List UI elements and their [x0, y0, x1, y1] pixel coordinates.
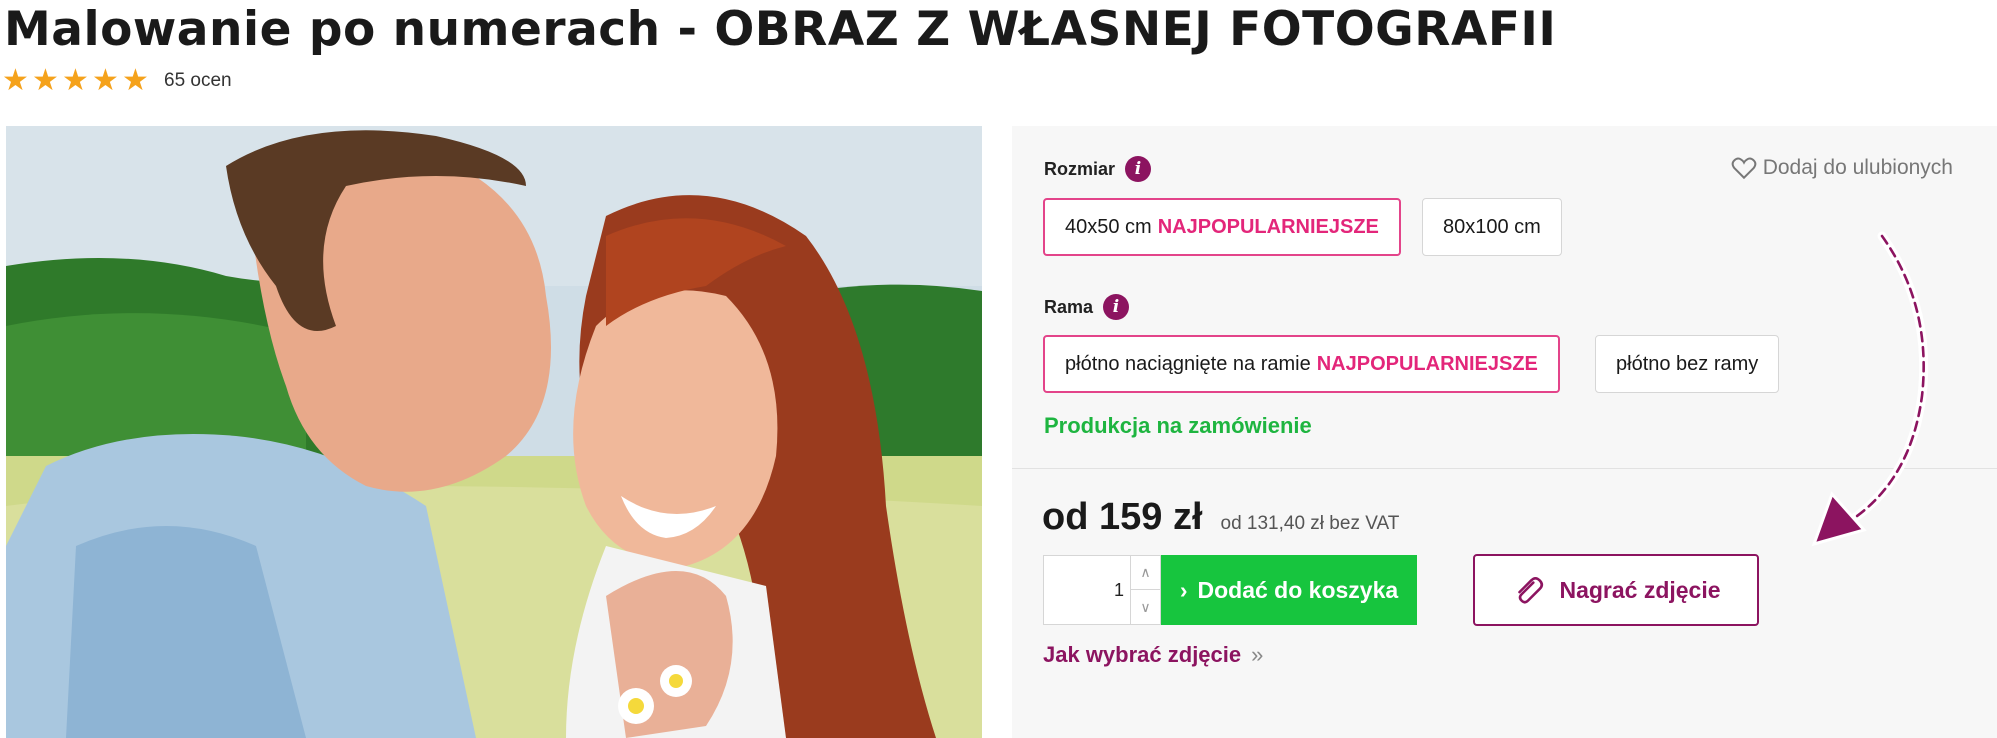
add-to-favorites-label: Dodaj do ulubionych — [1762, 156, 1953, 179]
availability-status: Produkcja na zamówienie — [1044, 413, 1312, 438]
quantity-increase-button[interactable]: ∧ — [1130, 556, 1160, 590]
heart-icon — [1731, 157, 1757, 180]
double-chevron-right-icon: » — [1251, 642, 1264, 667]
size-option-40x50[interactable]: 40x50 cm NAJPOPULARNIEJSZE — [1043, 198, 1401, 256]
star-icon: ★ — [32, 63, 59, 98]
product-rating[interactable]: ★ ★ ★ ★ ★ 65 ocen — [2, 64, 232, 98]
add-to-favorites-link[interactable]: Dodaj do ulubionych — [1731, 156, 1953, 180]
rating-stars: ★ ★ ★ ★ ★ — [2, 63, 150, 98]
chevron-up-icon: ∧ — [1140, 564, 1151, 580]
frame-label-row: Rama i — [1044, 294, 1130, 320]
frame-option-stretched[interactable]: płótno naciągnięte na ramie NAJPOPULARNI… — [1043, 335, 1560, 393]
curved-arrow-icon — [1811, 231, 1929, 547]
size-label-row: Rozmiar i — [1044, 156, 1152, 182]
quantity-stepper: ∧ ∨ — [1043, 555, 1161, 625]
frame-option-label: płótno naciągnięte na ramie — [1065, 352, 1311, 375]
size-info-icon[interactable]: i — [1125, 156, 1152, 182]
star-icon: ★ — [122, 63, 149, 98]
frame-info-icon[interactable]: i — [1103, 294, 1130, 320]
star-icon: ★ — [92, 63, 119, 98]
frame-option-label: płótno bez ramy — [1616, 352, 1759, 375]
quantity-input[interactable] — [1044, 556, 1132, 624]
upload-photo-button[interactable]: Nagrać zdjęcie — [1473, 554, 1759, 626]
price-block: od 159 zł od 131,40 zł bez VAT — [1042, 496, 1399, 539]
product-options-panel: Rozmiar i Dodaj do ulubionych 40x50 cm N… — [1012, 126, 1997, 738]
how-to-choose-photo-link[interactable]: Jak wybrać zdjęcie » — [1043, 642, 1263, 668]
chevron-right-icon: › — [1179, 576, 1188, 603]
product-image[interactable] — [6, 126, 982, 738]
upload-photo-label: Nagrać zdjęcie — [1559, 576, 1721, 603]
size-label: Rozmiar — [1044, 158, 1116, 179]
chevron-down-icon: ∨ — [1140, 598, 1151, 615]
popular-badge: NAJPOPULARNIEJSZE — [1157, 215, 1379, 238]
frame-option-no-frame[interactable]: płótno bez ramy — [1595, 335, 1780, 393]
paperclip-icon — [1518, 577, 1544, 604]
frame-label: Rama — [1044, 296, 1094, 317]
popular-badge: NAJPOPULARNIEJSZE — [1316, 352, 1538, 375]
size-option-80x100[interactable]: 80x100 cm — [1422, 198, 1562, 256]
how-to-choose-photo-label: Jak wybrać zdjęcie — [1043, 642, 1242, 667]
size-option-label: 40x50 cm — [1065, 215, 1152, 238]
price-net: od 131,40 zł bez VAT — [1220, 513, 1400, 534]
quantity-decrease-button[interactable]: ∨ — [1130, 590, 1160, 624]
product-title: Malowanie po numerach - OBRAZ Z WŁASNEJ … — [4, 2, 1557, 57]
rating-count[interactable]: 65 ocen — [164, 70, 232, 92]
product-photo-illustration — [6, 126, 982, 738]
price-main: od 159 zł — [1042, 496, 1203, 538]
add-to-cart-label: Dodać do koszyka — [1197, 576, 1399, 603]
size-option-label: 80x100 cm — [1443, 215, 1541, 238]
add-to-cart-button[interactable]: › Dodać do koszyka — [1161, 555, 1417, 625]
star-icon: ★ — [62, 63, 89, 98]
star-icon: ★ — [2, 63, 29, 98]
